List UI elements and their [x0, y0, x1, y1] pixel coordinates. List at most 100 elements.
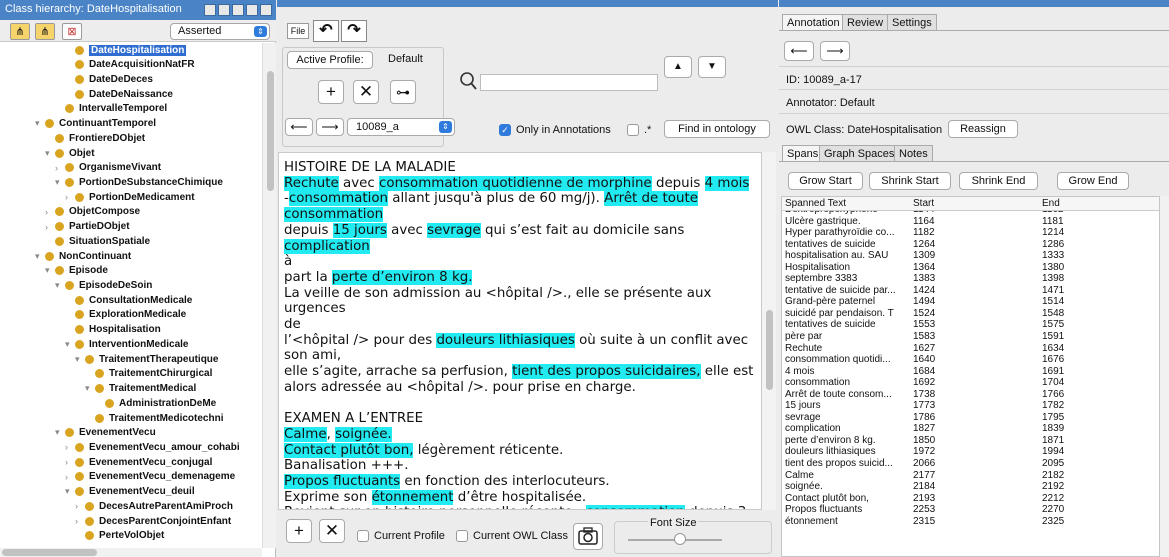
annotated-span[interactable]: sevrage — [427, 222, 481, 238]
tree-node[interactable]: Hospitalisation — [65, 323, 161, 337]
annotated-span[interactable]: douleurs lithiasiques — [436, 332, 575, 348]
annotated-span[interactable]: 4 mois — [704, 175, 750, 191]
next-annotation-icon[interactable]: ⟶ — [820, 41, 850, 61]
annotated-span[interactable]: Contact plutôt bon, — [284, 442, 414, 458]
grow-end-button[interactable]: Grow End — [1057, 172, 1129, 190]
tree-node[interactable]: ▾ Episode — [45, 264, 108, 278]
previous-annotation-icon[interactable]: ⟵ — [285, 118, 313, 136]
tree-node[interactable]: SituationSpatiale — [45, 234, 150, 248]
table-row[interactable]: tentatives de suicide 1264 1286 — [782, 239, 1159, 251]
tree-node[interactable]: ▾ TraitementTherapeutique — [75, 352, 218, 366]
previous-match-icon[interactable]: ▲ — [664, 56, 692, 78]
window-maximize-icon[interactable] — [246, 4, 258, 16]
shrink-start-button[interactable]: Shrink Start — [869, 172, 951, 190]
table-row[interactable]: perte d’environ 8 kg. 1850 1871 — [782, 435, 1159, 447]
tree-node[interactable]: ▾ EpisodeDeSoin — [55, 279, 152, 293]
current-profile-checkbox[interactable]: Current Profile — [357, 530, 445, 542]
annotated-span[interactable]: Rechute — [284, 175, 339, 191]
spans-table-scrollbar[interactable] — [1160, 196, 1169, 557]
chevron-right-icon[interactable]: › — [75, 516, 85, 526]
current-owl-class-checkbox[interactable]: Current OWL Class — [456, 530, 568, 542]
tree-node[interactable]: ▾ InterventionMedicale — [65, 337, 188, 351]
annotated-span[interactable]: Arrêt de toute — [604, 191, 698, 207]
only-in-annotations-checkbox[interactable]: ✓ Only in Annotations — [499, 124, 611, 136]
tab-review[interactable]: Review — [842, 14, 889, 30]
tree-node[interactable]: ▾ NonContinuant — [35, 249, 131, 263]
active-profile-button[interactable]: Active Profile: — [287, 51, 373, 69]
table-row[interactable]: septembre 3383 1383 1398 — [782, 273, 1159, 285]
table-row[interactable]: 15 jours 1773 1782 — [782, 400, 1159, 412]
tree-node[interactable]: › EvenementVecu_amour_cohabi — [65, 440, 240, 454]
tree-node[interactable]: TraitementChirurgical — [85, 367, 212, 381]
scroll-thumb[interactable] — [267, 71, 274, 191]
add-subclass-icon[interactable]: ⋔ — [10, 23, 30, 40]
annotated-span[interactable]: soignée. — [335, 426, 392, 442]
tree-node[interactable]: › PartieDObjet — [45, 220, 130, 234]
regex-checkbox[interactable]: .* — [627, 124, 651, 136]
chevron-right-icon[interactable]: › — [65, 442, 75, 452]
table-row[interactable]: soignée. 2184 2192 — [782, 481, 1159, 493]
chevron-right-icon[interactable]: › — [65, 472, 75, 482]
tab-settings[interactable]: Settings — [887, 14, 937, 30]
tree-node[interactable]: IntervalleTemporel — [55, 102, 167, 116]
remove-annotation-icon[interactable]: ✕ — [353, 80, 379, 104]
annotated-span[interactable]: complication — [284, 238, 370, 254]
column-header-end[interactable]: End — [1042, 198, 1060, 209]
table-row[interactable]: Hyper parathyroïdie co... 1182 1214 — [782, 227, 1159, 239]
delete-class-icon[interactable]: ⊠ — [62, 23, 82, 40]
tree-node[interactable]: ▾ TraitementMedical — [85, 382, 196, 396]
document-text[interactable]: HISTOIRE DE LA MALADIE Rechute avec conso… — [284, 160, 756, 509]
tree-node[interactable]: › DecesAutreParentAmiProch — [75, 499, 233, 513]
table-row[interactable]: sevrage 1786 1795 — [782, 412, 1159, 424]
font-size-slider-knob[interactable] — [673, 533, 686, 545]
class-tree-horizontal-scrollbar[interactable] — [0, 548, 262, 557]
tab-notes[interactable]: Notes — [894, 145, 933, 161]
chevron-down-icon[interactable]: ▾ — [65, 486, 75, 497]
column-header-start[interactable]: Start — [913, 198, 934, 209]
table-row[interactable]: Contact plutôt bon, 2193 2212 — [782, 493, 1159, 505]
tab-spans[interactable]: Spans — [782, 145, 824, 161]
annotated-span[interactable]: étonnement — [371, 489, 454, 505]
add-span-icon[interactable]: + — [286, 519, 312, 543]
shrink-end-button[interactable]: Shrink End — [959, 172, 1038, 190]
chevron-right-icon[interactable]: › — [45, 207, 55, 217]
document-scrollbar[interactable] — [762, 152, 776, 510]
screenshot-button[interactable] — [573, 523, 603, 550]
remove-span-icon[interactable]: ✕ — [319, 519, 345, 543]
chevron-right-icon[interactable]: › — [65, 192, 75, 202]
column-header-spanned-text[interactable]: Spanned Text — [785, 198, 846, 209]
table-row[interactable]: suicidé par pendaison. T 1524 1548 — [782, 308, 1159, 320]
window-close-icon[interactable] — [260, 4, 272, 16]
chevron-right-icon[interactable]: › — [45, 222, 55, 232]
table-row[interactable]: étonnement 2315 2325 — [782, 516, 1159, 528]
table-row[interactable]: Propos fluctuants 2253 2270 — [782, 504, 1159, 516]
tree-node[interactable]: › ObjetCompose — [45, 205, 140, 219]
table-row[interactable]: tentatives de suicide 1553 1575 — [782, 319, 1159, 331]
document-select[interactable]: 10089_a ⇕ — [347, 118, 455, 136]
tab-annotation[interactable]: Annotation — [782, 14, 845, 30]
annotated-span[interactable]: consommation — [288, 191, 388, 207]
chevron-right-icon[interactable]: › — [55, 163, 65, 173]
table-row[interactable]: 4 mois 1684 1691 — [782, 366, 1159, 378]
chevron-down-icon[interactable]: ▾ — [55, 177, 65, 188]
tree-node[interactable]: › OrganismeVivant — [55, 161, 161, 175]
tree-node[interactable]: ExplorationMedicale — [65, 308, 186, 322]
table-row[interactable]: consommation quotidi... 1640 1676 — [782, 354, 1159, 366]
window-restore-icon[interactable] — [218, 4, 230, 16]
tree-node[interactable]: ConsultationMedicale — [65, 293, 192, 307]
tree-node[interactable]: ▾ PortionDeSubstanceChimique — [55, 175, 223, 189]
previous-annotation-icon[interactable]: ⟵ — [784, 41, 814, 61]
hierarchy-mode-select[interactable]: Asserted ⇕ — [170, 23, 270, 40]
annotated-span[interactable]: tient des propos suicidaires, — [512, 364, 701, 380]
chevron-down-icon[interactable]: ▾ — [45, 148, 55, 159]
tree-node[interactable]: ▾ Objet — [45, 146, 95, 160]
annotated-span[interactable]: perte d’environ 8 kg. — [331, 269, 473, 285]
next-match-icon[interactable]: ▼ — [698, 56, 726, 78]
chevron-right-icon[interactable]: › — [75, 501, 85, 511]
tree-node[interactable]: DateDeNaissance — [65, 87, 173, 101]
chevron-down-icon[interactable]: ▾ — [85, 383, 95, 394]
table-row[interactable]: complication 1827 1839 — [782, 423, 1159, 435]
add-annotation-icon[interactable]: + — [318, 80, 344, 104]
annotated-span[interactable]: Calme — [284, 426, 327, 442]
window-minimize-icon[interactable] — [232, 4, 244, 16]
